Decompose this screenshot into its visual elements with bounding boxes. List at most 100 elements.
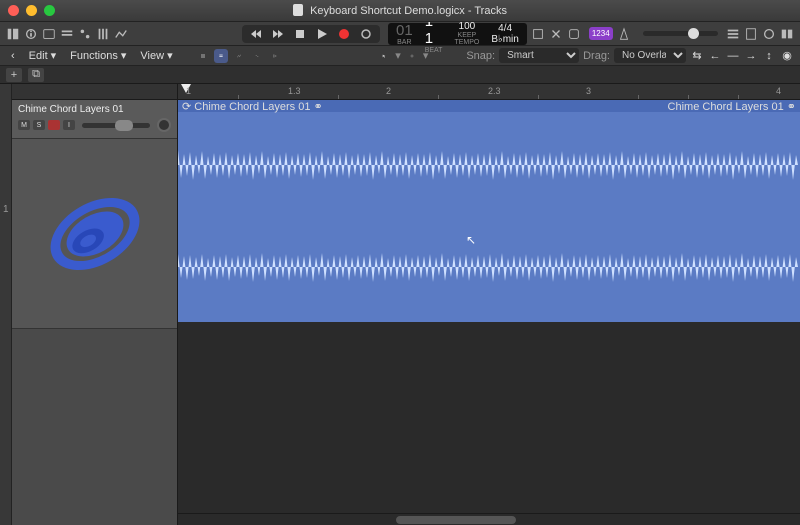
tracks-menubar: ‹ Edit ▾ Functions ▾ View ▾ ▾ ▾ Snap: Sm… [0,46,800,66]
main-toolbar: 01BAR 1 1BEAT 100KEEPTEMPO 4/4B♭min 1234 [0,22,800,46]
ruler-tick: 2 [386,86,391,96]
track-number: 1 [3,204,9,215]
library-button[interactable] [6,26,20,42]
toolbar-button[interactable] [60,26,74,42]
duplicate-track-button[interactable]: ⧉ [28,68,44,82]
notes-button[interactable] [744,26,758,42]
ruler-tick: 2.3 [488,86,501,96]
lcd-bar-dim: 01 [396,22,413,39]
lcd-tempo-label: TEMPO [454,39,479,46]
zoom-horizontal-in-icon[interactable]: → [744,49,758,63]
loops-button[interactable] [762,26,776,42]
rewind-button[interactable] [248,27,264,41]
mixer-button[interactable] [96,26,110,42]
close-window-button[interactable] [8,5,19,16]
inspector-button[interactable] [24,26,38,42]
lcd-display[interactable]: 01BAR 1 1BEAT 100KEEPTEMPO 4/4B♭min [388,23,527,45]
window-controls [8,5,55,16]
cycle-button[interactable] [358,27,374,41]
record-button[interactable] [336,27,352,41]
arrange-area[interactable]: 1 1.3 2 2.3 3 4 ⟳ Chime Chord Layers 01 … [178,84,800,525]
track-name[interactable]: Chime Chord Layers 01 [18,104,171,115]
solo-button[interactable] [567,26,581,42]
stop-button[interactable] [292,27,308,41]
list-view-icon[interactable] [214,49,228,63]
snap-select[interactable]: Smart [499,48,579,63]
zoom-vertical-out-icon[interactable]: ↕ [762,49,776,63]
track-number-gutter: 1 [0,84,12,525]
horizontal-scrollbar[interactable] [178,513,800,525]
chevron-down-icon: ▾ [51,49,57,62]
document-icon [293,4,303,16]
title-bar: Keyboard Shortcut Demo.logicx - Tracks [0,0,800,22]
lcd-key: B♭min [491,34,519,45]
add-track-button[interactable]: + [6,68,22,82]
zoom-window-button[interactable] [44,5,55,16]
track-list-ruler [12,84,177,100]
window-title-text: Keyboard Shortcut Demo.logicx - Tracks [310,5,507,17]
track-header[interactable]: Chime Chord Layers 01 M S I [12,100,177,139]
edit-menu[interactable]: Edit ▾ [24,47,62,64]
master-volume-slider[interactable] [643,31,718,36]
replace-button[interactable] [531,26,545,42]
view-menu[interactable]: View ▾ [135,47,177,64]
chevron-left-icon[interactable]: ‹ [6,48,20,64]
region-header[interactable]: ⟳ Chime Chord Layers 01 ⚭ Chime Chord La… [178,100,800,112]
transport-controls [242,25,380,43]
ruler-tick: 3 [586,86,591,96]
flex-icon[interactable] [250,49,264,63]
waveform-area[interactable]: ↖ [178,112,800,322]
link-icon[interactable]: ⇆ [690,49,704,63]
timeline-ruler[interactable]: 1 1.3 2 2.3 3 4 [178,84,800,100]
grid-icon[interactable] [196,49,210,63]
marquee-tool-icon[interactable] [405,49,419,63]
autopunch-button[interactable] [549,26,563,42]
window-title: Keyboard Shortcut Demo.logicx - Tracks [0,4,800,17]
waveform-zoom-icon[interactable]: ◉ [780,49,794,63]
minimize-window-button[interactable] [26,5,37,16]
volume-knob[interactable] [688,28,699,39]
play-button[interactable] [314,27,330,41]
track-icon-area[interactable] [12,139,177,329]
ruler-tick: 1.3 [288,86,301,96]
record-enable-button[interactable] [48,120,60,130]
region-lane[interactable]: ⟳ Chime Chord Layers 01 ⚭ Chime Chord La… [178,100,800,322]
chevron-down-icon: ▾ [167,49,173,62]
count-in-badge[interactable]: 1234 [589,27,613,40]
browser-button[interactable] [780,26,794,42]
functions-menu[interactable]: Functions ▾ [65,47,131,64]
chevron-down-icon: ▾ [121,49,127,62]
pan-knob[interactable] [157,118,171,132]
automation-icon[interactable] [232,49,246,63]
lcd-tempo-keep: KEEP [458,32,477,39]
lcd-bar-label: BAR [397,39,411,46]
audio-region[interactable]: ⟳ Chime Chord Layers 01 ⚭ Chime Chord La… [178,100,800,322]
pointer-tool-icon[interactable] [377,49,391,63]
solo-button[interactable]: S [33,120,45,130]
fader-knob[interactable] [115,120,133,131]
track-list: Chime Chord Layers 01 M S I [12,84,178,525]
waveform-right [178,242,798,292]
ruler-tick: 1 [186,86,191,96]
chevron-down-icon: ▾ [395,49,401,62]
ruler-tick: 4 [776,86,781,96]
smart-controls-button[interactable] [78,26,92,42]
metronome-button[interactable] [617,26,631,42]
input-monitor-button[interactable]: I [63,120,75,130]
zoom-horizontal-out-icon[interactable]: ← [708,49,722,63]
scrollbar-thumb[interactable] [396,516,516,524]
lcd-timesig: 4/4 [498,23,512,34]
quick-help-button[interactable] [42,26,56,42]
workspace: 1 Chime Chord Layers 01 M S I [0,84,800,525]
mute-button[interactable]: M [18,120,30,130]
drag-select[interactable]: No Overlap [614,48,686,63]
editors-button[interactable] [114,26,128,42]
list-editors-button[interactable] [726,26,740,42]
forward-button[interactable] [270,27,286,41]
volume-fader[interactable] [82,123,150,128]
catch-icon[interactable] [268,49,282,63]
zoom-slider-h[interactable]: — [726,49,740,63]
chevron-down-icon: ▾ [423,49,429,62]
drag-label: Drag: [583,50,610,62]
lcd-tempo: 100 [459,21,476,32]
